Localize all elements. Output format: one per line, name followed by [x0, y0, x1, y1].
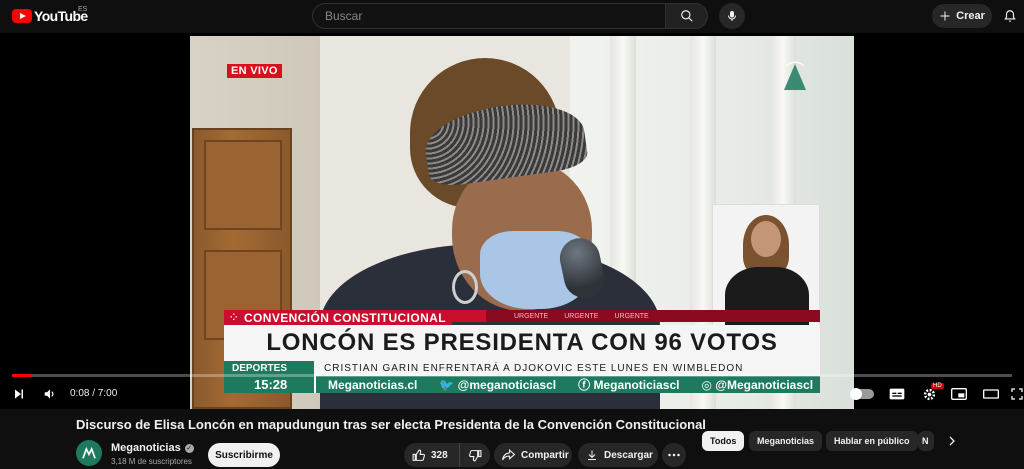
next-button[interactable]	[10, 383, 28, 405]
channel-name: Meganoticias	[111, 442, 181, 454]
search-icon	[680, 10, 693, 22]
urgent-label: URGENTE	[514, 312, 549, 320]
video-frame[interactable]: EN VIVO URGENTE URGENTE URGENTE ⁘ CONVEN…	[190, 36, 854, 409]
subscribe-button[interactable]: Suscribirme	[208, 443, 280, 467]
youtube-logo[interactable]: YouTube	[12, 8, 88, 24]
bell-icon	[1004, 10, 1016, 22]
channel-name-link[interactable]: Meganoticias ✓	[111, 442, 194, 454]
live-badge: EN VIVO	[227, 64, 282, 78]
dislike-button[interactable]	[460, 449, 490, 462]
channel-logo-icon	[82, 446, 96, 459]
section-text: CONVENCIÓN CONSTITUCIONAL	[243, 310, 446, 325]
volume-icon	[44, 389, 54, 399]
chip-hablar-en-publico[interactable]: Hablar en público	[826, 431, 918, 451]
video-title: Discurso de Elisa Loncón en mapudungun t…	[76, 417, 706, 432]
progress-bar[interactable]	[12, 374, 1012, 377]
thumbs-down-icon	[468, 449, 481, 461]
speaker-earring	[452, 270, 478, 304]
voice-search-button[interactable]	[719, 3, 745, 29]
next-icon	[15, 389, 23, 399]
create-button[interactable]: Crear	[932, 4, 992, 28]
subscriber-count: 3,18 M de suscriptores	[111, 457, 192, 466]
share-label: Compartir	[521, 449, 569, 461]
download-button[interactable]: Descargar	[578, 443, 658, 467]
like-button[interactable]: 328	[404, 443, 460, 467]
share-button[interactable]: Compartir	[494, 443, 572, 467]
microphone-icon	[728, 11, 736, 21]
sign-language-interpreter	[712, 204, 820, 326]
more-horizontal-icon	[668, 453, 680, 457]
miniplayer-button[interactable]	[948, 383, 970, 405]
subtitles-button[interactable]	[886, 383, 908, 405]
interpreter-face	[751, 221, 781, 257]
create-label: Crear	[956, 10, 985, 22]
chevron-right-icon	[949, 436, 955, 446]
section-bullet-icon: ⁘	[230, 312, 238, 322]
fullscreen-button[interactable]	[1010, 383, 1024, 405]
miniplayer-icon	[951, 388, 967, 400]
chip-todos[interactable]: Todos	[702, 431, 745, 451]
like-count: 328	[431, 449, 448, 461]
search-box	[312, 3, 708, 29]
more-actions-button[interactable]	[662, 443, 686, 467]
verified-icon: ✓	[184, 443, 194, 453]
search-button[interactable]	[666, 3, 708, 29]
urgent-label: URGENTE	[614, 312, 649, 320]
notifications-button[interactable]	[1000, 6, 1020, 26]
theater-mode-button[interactable]	[980, 383, 1002, 405]
fullscreen-icon	[1011, 388, 1023, 400]
urgent-label: URGENTE	[564, 312, 599, 320]
autoplay-toggle[interactable]	[850, 388, 874, 400]
plus-icon	[940, 11, 950, 21]
channel-watermark-icon	[784, 61, 806, 90]
download-label: Descargar	[604, 449, 653, 461]
video-player[interactable]: EN VIVO URGENTE URGENTE URGENTE ⁘ CONVEN…	[0, 33, 1024, 409]
door-panel	[204, 140, 282, 230]
volume-button[interactable]	[40, 383, 60, 405]
download-icon	[588, 450, 596, 460]
chips-next-button[interactable]	[942, 431, 962, 451]
player-controls: 0:08 / 7:00 HD	[0, 379, 1024, 409]
subtitles-icon	[889, 388, 905, 400]
theater-icon	[983, 389, 999, 399]
hd-badge: HD	[931, 383, 944, 389]
like-dislike-group: 328	[404, 443, 490, 467]
chip-more[interactable]: N	[918, 431, 934, 451]
chip-meganoticias[interactable]: Meganoticias	[749, 431, 823, 451]
thumbs-up-icon	[412, 449, 425, 461]
masthead: YouTube ES Crear	[0, 0, 1024, 33]
section-label: ⁘ CONVENCIÓN CONSTITUCIONAL	[224, 310, 452, 325]
share-icon	[502, 449, 515, 461]
youtube-play-logo-icon	[12, 9, 32, 23]
channel-avatar[interactable]	[76, 440, 102, 466]
time-display: 0:08 / 7:00	[70, 388, 118, 399]
search-input[interactable]	[312, 3, 666, 29]
progress-fill	[12, 374, 31, 377]
headline-bar: LONCÓN ES PRESIDENTA CON 96 VOTOS	[224, 325, 820, 361]
country-code: ES	[78, 6, 88, 13]
